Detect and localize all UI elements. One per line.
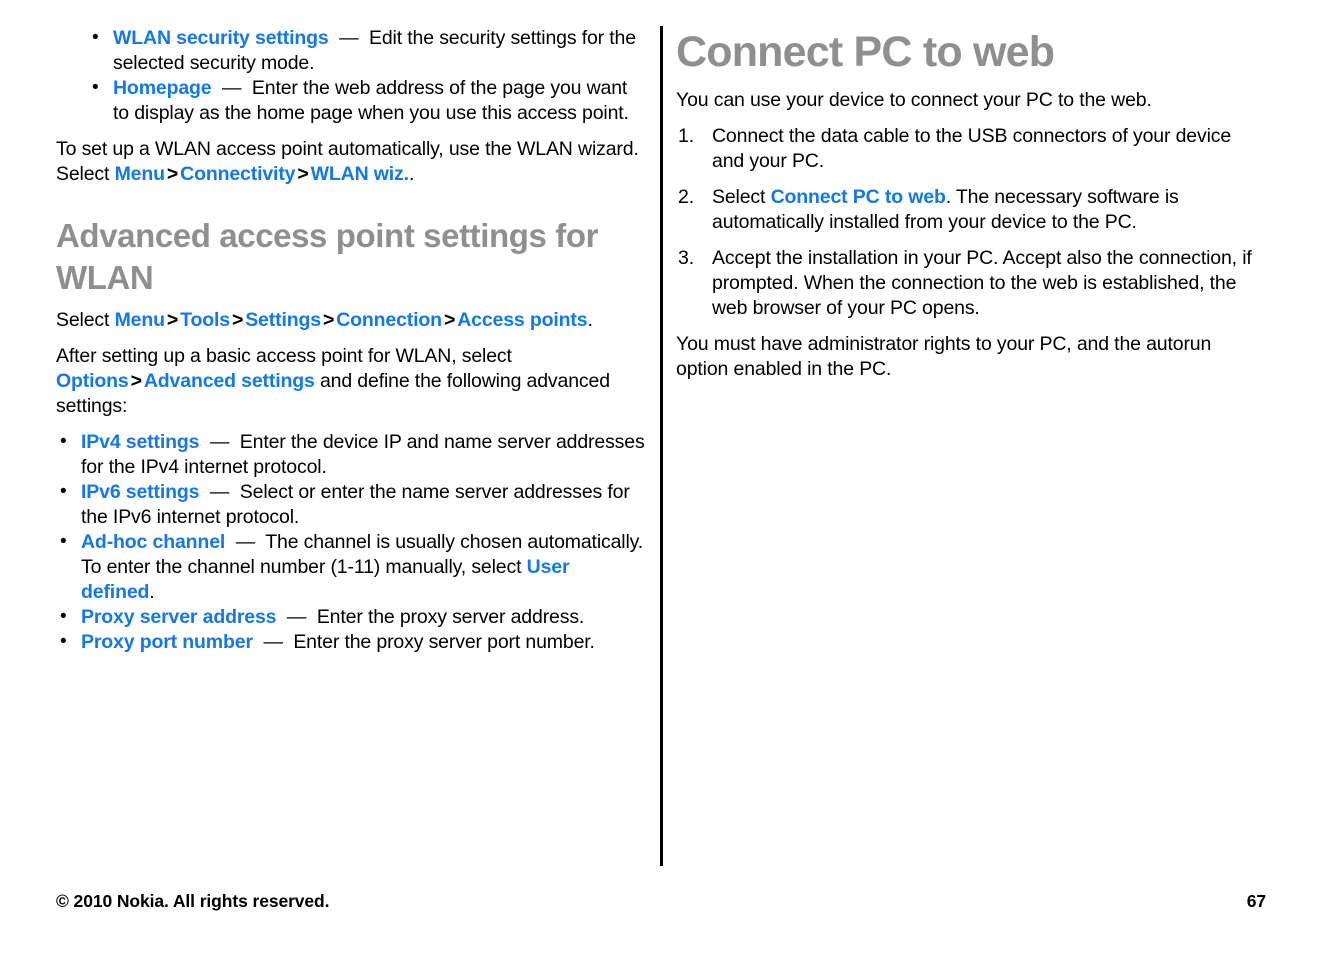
menu-link[interactable]: Menu bbox=[115, 163, 165, 185]
path-separator: > bbox=[130, 370, 142, 392]
right-column: Connect PC to web You can use your devic… bbox=[676, 26, 1266, 382]
em-dash: — bbox=[199, 431, 240, 453]
left-column: WLAN security settings — Edit the securi… bbox=[56, 25, 646, 666]
connection-link[interactable]: Connection bbox=[336, 309, 442, 331]
column-divider bbox=[660, 26, 663, 866]
list-item: Proxy port number — Enter the proxy serv… bbox=[56, 629, 646, 655]
manual-page: WLAN security settings — Edit the securi… bbox=[0, 0, 1322, 954]
list-item: WLAN security settings — Edit the securi… bbox=[88, 25, 646, 76]
paragraph-tail: . bbox=[408, 163, 415, 185]
list-item: Proxy server address — Enter the proxy s… bbox=[56, 604, 646, 630]
em-dash: — bbox=[225, 531, 266, 553]
path-separator: > bbox=[443, 309, 456, 331]
select-path-paragraph: Select Menu > Tools > Settings > Connection > Ac… bbox=[56, 308, 646, 333]
list-item: Select Connect PC to web. The necessary … bbox=[676, 185, 1266, 235]
list-item-tail: . bbox=[149, 581, 155, 603]
path-separator: > bbox=[322, 309, 335, 331]
page-number: 67 bbox=[1246, 891, 1266, 911]
paragraph-lead: Select bbox=[56, 309, 115, 331]
advanced-settings-list: IPv4 settings — Enter the device IP and … bbox=[56, 429, 646, 655]
em-dash: — bbox=[276, 606, 317, 628]
menu-link[interactable]: Menu bbox=[115, 309, 165, 331]
em-dash: — bbox=[252, 631, 294, 653]
paragraph-tail: . bbox=[587, 309, 593, 331]
step-text: Accept the installation in your PC. Acce… bbox=[712, 247, 1252, 319]
list-item: Homepage — Enter the web address of the … bbox=[88, 75, 646, 126]
access-point-options-list: WLAN security settings — Edit the securi… bbox=[88, 25, 646, 126]
em-dash: — bbox=[211, 77, 252, 99]
intro-paragraph: You can use your device to connect your … bbox=[676, 89, 1152, 111]
ipv6-settings-link[interactable]: IPv6 settings bbox=[81, 481, 200, 503]
path-separator: > bbox=[297, 163, 309, 185]
connectivity-link[interactable]: Connectivity bbox=[180, 163, 295, 185]
list-item-text: Enter the proxy server port number. bbox=[293, 631, 595, 653]
list-item: IPv4 settings — Enter the device IP and … bbox=[56, 429, 646, 480]
path-separator: > bbox=[166, 309, 179, 331]
wlan-security-settings-link[interactable]: WLAN security settings bbox=[113, 27, 329, 49]
list-item: IPv6 settings — Select or enter the name… bbox=[56, 479, 646, 530]
ipv4-settings-link[interactable]: IPv4 settings bbox=[81, 431, 200, 453]
advanced-settings-link[interactable]: Advanced settings bbox=[144, 370, 315, 392]
connect-pc-steps-list: Connect the data cable to the USB connec… bbox=[676, 124, 1266, 321]
outro-paragraph: You must have administrator rights to yo… bbox=[676, 333, 1212, 380]
path-separator: > bbox=[166, 163, 179, 185]
wlan-wiz-link[interactable]: WLAN wiz. bbox=[311, 163, 409, 185]
after-setup-paragraph: After setting up a basic access point fo… bbox=[56, 344, 646, 419]
tools-link[interactable]: Tools bbox=[180, 309, 230, 331]
wlan-wizard-paragraph: To set up a WLAN access point automatica… bbox=[56, 137, 646, 187]
copyright-notice: © 2010 Nokia. All rights reserved. bbox=[56, 891, 330, 911]
section-heading-connect-pc-to-web: Connect PC to web bbox=[676, 28, 1055, 76]
em-dash: — bbox=[328, 27, 369, 49]
access-points-link[interactable]: Access points bbox=[457, 309, 587, 331]
homepage-link[interactable]: Homepage bbox=[113, 77, 212, 99]
list-item-text: Enter the proxy server address. bbox=[316, 606, 585, 628]
proxy-server-address-link[interactable]: Proxy server address bbox=[81, 606, 277, 628]
settings-link[interactable]: Settings bbox=[245, 309, 321, 331]
step-text: Connect the data cable to the USB connec… bbox=[712, 125, 1232, 172]
list-item: Ad-hoc channel — The channel is usually … bbox=[56, 529, 646, 605]
step-lead: Select bbox=[712, 186, 771, 208]
path-separator: > bbox=[231, 309, 244, 331]
section-heading-advanced-access-point: Advanced access point settings for WLAN bbox=[56, 217, 599, 296]
paragraph-lead: After setting up a basic access point fo… bbox=[56, 345, 512, 367]
options-link[interactable]: Options bbox=[56, 370, 129, 392]
list-item: Connect the data cable to the USB connec… bbox=[676, 124, 1266, 174]
ad-hoc-channel-link[interactable]: Ad-hoc channel bbox=[81, 531, 225, 553]
em-dash: — bbox=[199, 481, 240, 503]
connect-pc-to-web-link[interactable]: Connect PC to web bbox=[771, 186, 946, 208]
page-footer: © 2010 Nokia. All rights reserved. 67 bbox=[56, 890, 1266, 912]
proxy-port-number-link[interactable]: Proxy port number bbox=[81, 631, 253, 653]
list-item: Accept the installation in your PC. Acce… bbox=[676, 246, 1266, 321]
